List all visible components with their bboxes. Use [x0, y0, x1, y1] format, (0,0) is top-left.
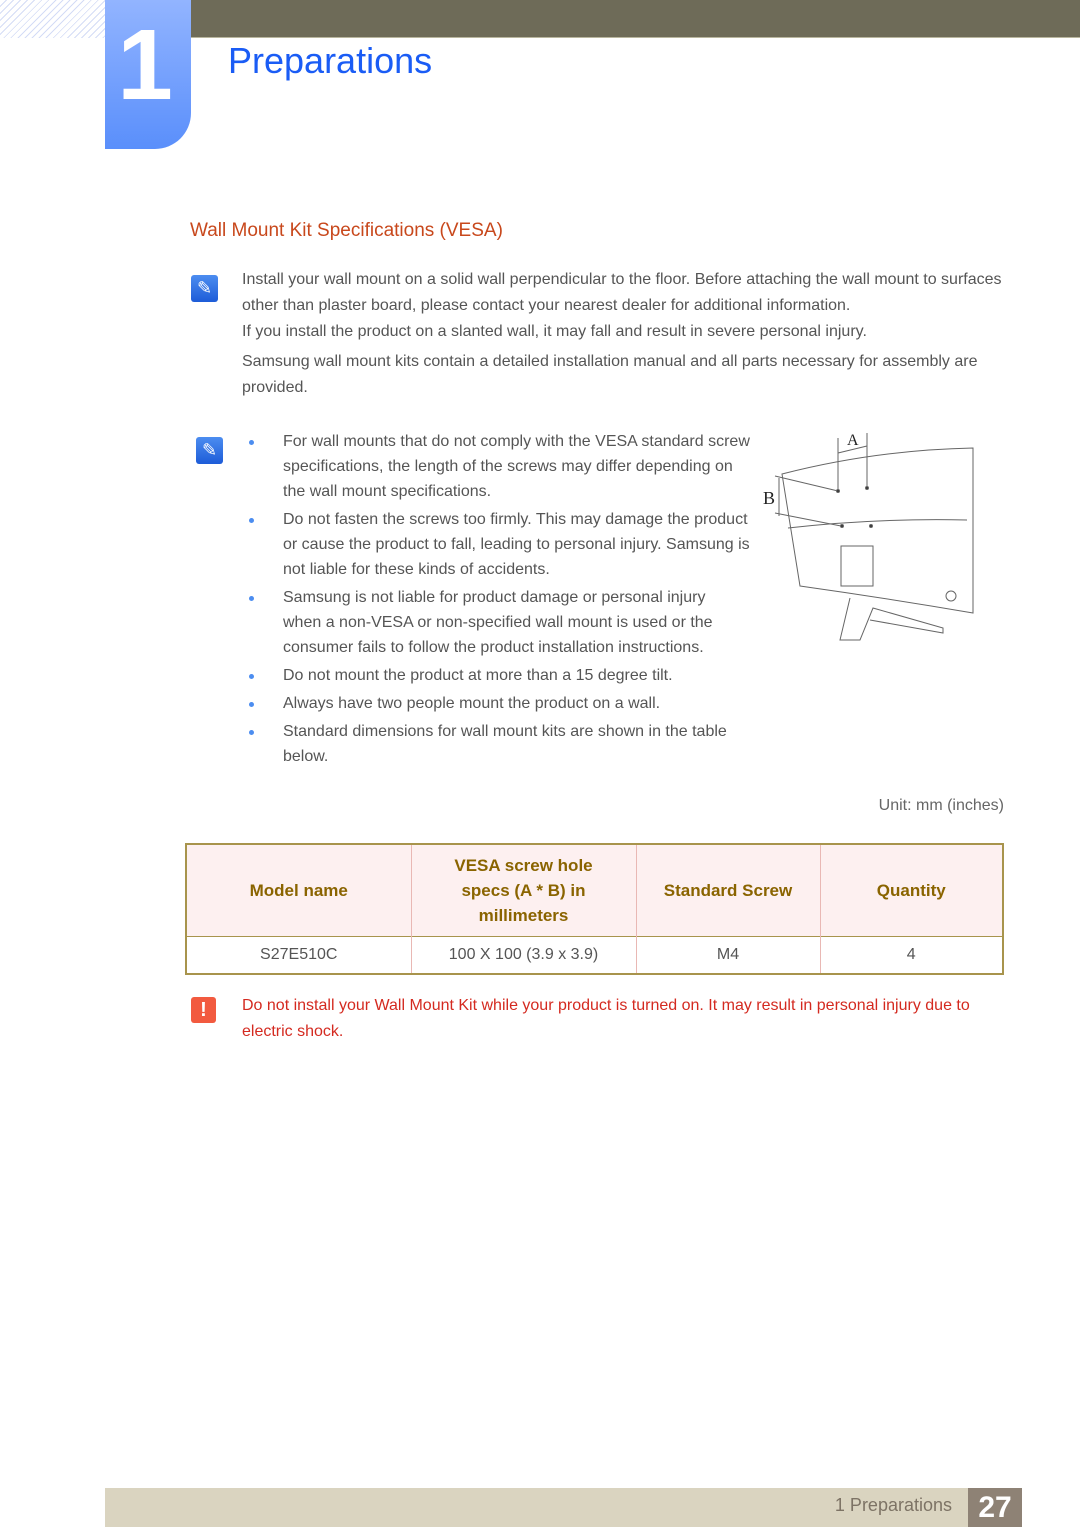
label-a: A [847, 432, 859, 449]
label-b: B [763, 488, 775, 508]
monitor-rear-illustration: A B [763, 432, 974, 641]
header-bar [190, 0, 1080, 38]
list-item: Standard dimensions for wall mount kits … [245, 719, 755, 769]
footer-chapter-label: 1 Preparations [834, 1495, 952, 1515]
chapter-number: 1 [105, 0, 191, 149]
list-item: Do not fasten the screws too firmly. Thi… [245, 507, 755, 582]
table-cell: 4 [819, 935, 1003, 974]
table-row: S27E510C 100 X 100 (3.9 x 3.9) M4 4 [185, 935, 1003, 974]
list-item: Do not mount the product at more than a … [245, 663, 755, 688]
table-cell: 100 X 100 (3.9 x 3.9) [410, 935, 636, 974]
column-header: VESA screw hole specs (A * B) in millime… [410, 844, 636, 936]
warning-text: Do not install your Wall Mount Kit while… [242, 997, 970, 1040]
page-title: Preparations [228, 40, 433, 81]
column-header: Standard Screw [635, 844, 820, 936]
unit-label: Unit: mm (inches) [878, 797, 1004, 814]
list-item: Samsung is not liable for product damage… [245, 585, 735, 660]
list-item: Always have two people mount the product… [245, 691, 755, 716]
note-text: Samsung wall mount kits contain a detail… [242, 353, 978, 396]
table-header-row: Model name VESA screw hole specs (A * B)… [185, 844, 1003, 936]
note-pencil-icon: ✎ [196, 437, 223, 464]
column-header: Model name [185, 844, 411, 936]
column-header: Quantity [819, 844, 1003, 936]
note-text: Install your wall mount on a solid wall … [242, 271, 1002, 314]
table-cell: M4 [635, 935, 820, 974]
list-item: For wall mounts that do not comply with … [245, 429, 755, 504]
warning-icon: ! [191, 997, 216, 1023]
vesa-spec-table: Model name VESA screw hole specs (A * B)… [185, 843, 1004, 975]
note-pencil-icon: ✎ [191, 275, 218, 302]
note-text: If you install the product on a slanted … [242, 323, 867, 340]
bullet-list: For wall mounts that do not comply with … [245, 429, 755, 772]
section-title: Wall Mount Kit Specifications (VESA) [190, 220, 503, 241]
page-number: 27 [968, 1488, 1022, 1527]
footer: 1 Preparations 27 [105, 1488, 1022, 1527]
table-cell: S27E510C [185, 935, 411, 974]
decorative-hatch [0, 0, 105, 38]
